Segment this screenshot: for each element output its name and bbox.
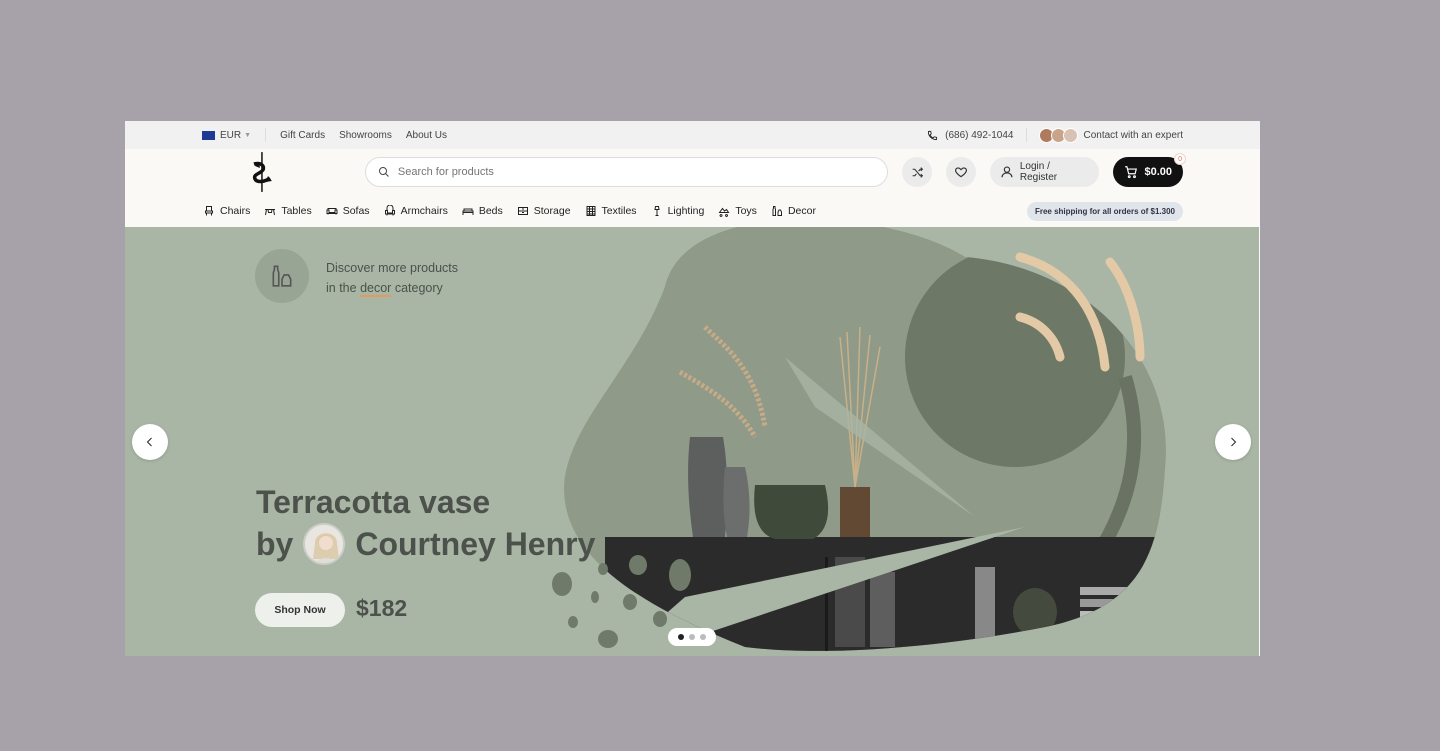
nav-item-beds[interactable]: Beds [462,205,503,217]
chevron-right-icon [1231,437,1237,447]
eu-flag-icon [202,130,215,140]
site-frame: EUR ▼ Gift Cards Showrooms About Us (686… [125,121,1260,656]
cart-button[interactable]: $0.00 0 [1113,153,1187,187]
search-input[interactable] [397,166,858,178]
divider [265,128,267,142]
nav-item-sofas[interactable]: Sofas [326,205,370,217]
about-us-link[interactable]: About Us [406,130,447,141]
nav-item-chairs[interactable]: Chairs [203,205,250,217]
product-price: $182 [356,595,408,621]
decor-category-icon[interactable] [255,249,309,303]
textiles-icon [586,206,596,216]
bed-icon [462,208,474,215]
contact-expert-link[interactable]: Contact with an expert [1038,127,1183,143]
free-shipping-badge: Free shipping for all orders of $1.300 [1026,201,1183,221]
hero-slider: Discover more products in the decor cate… [125,227,1259,656]
currency-selector[interactable]: EUR ▼ [202,130,251,141]
divider [1025,128,1027,142]
slide-dot-1[interactable] [678,634,684,640]
login-register-button[interactable]: Login / Register [989,157,1100,187]
vase-icon [772,206,782,216]
hero-title: Terracotta vase [256,484,491,520]
slide-dot-3[interactable] [700,634,706,640]
decor-category-link[interactable]: decor [360,281,392,297]
search-icon [378,167,389,177]
nav-item-storage[interactable]: Storage [517,205,571,217]
armchair-icon [384,205,395,216]
shuffle-icon [912,166,923,178]
logo[interactable] [251,152,273,192]
sofa-icon [326,208,338,215]
slide-pagination [668,628,716,646]
top-bar: EUR ▼ Gift Cards Showrooms About Us (686… [125,121,1260,149]
chair-icon [205,206,213,216]
discover-text: Discover more products in the decor cate… [326,261,458,297]
chevron-left-icon [146,437,152,447]
search-bar[interactable] [364,157,889,187]
expert-avatars [1038,127,1078,143]
compare-button[interactable] [902,157,933,187]
phone-icon [928,130,938,140]
slide-dot-2[interactable] [689,634,695,640]
author-avatar [303,523,346,565]
toy-icon [718,207,730,217]
category-nav: Chairs Tables Sofas Armchairs Beds Stora… [125,195,1260,227]
nav-item-tables[interactable]: Tables [264,205,312,217]
prev-slide-button[interactable] [132,424,168,460]
showrooms-link[interactable]: Showrooms [339,130,392,141]
lamp-icon [653,206,660,216]
user-icon [1001,166,1013,178]
hero-subtitle: by Courtney Henry [256,523,595,565]
wishlist-button[interactable] [946,157,976,187]
nav-item-textiles[interactable]: Textiles [585,205,637,217]
avatar [1062,127,1078,143]
vase-icon [272,265,292,287]
phone-link[interactable]: (686) 492-1044 [927,130,1014,141]
gift-cards-link[interactable]: Gift Cards [280,130,325,141]
nav-item-armchairs[interactable]: Armchairs [384,205,448,217]
cart-icon [1125,166,1138,179]
cart-count-badge: 0 [1174,153,1187,165]
shop-now-button[interactable]: Shop Now [255,593,345,627]
nav-item-decor[interactable]: Decor [771,205,816,217]
nav-item-lighting[interactable]: Lighting [651,205,704,217]
table-icon [265,209,276,216]
heart-icon [954,167,968,178]
nav-item-toys[interactable]: Toys [718,205,757,217]
chevron-down-icon: ▼ [244,131,252,139]
storage-icon [517,207,528,215]
main-header: Login / Register $0.00 0 [125,149,1260,195]
next-slide-button[interactable] [1215,424,1251,460]
